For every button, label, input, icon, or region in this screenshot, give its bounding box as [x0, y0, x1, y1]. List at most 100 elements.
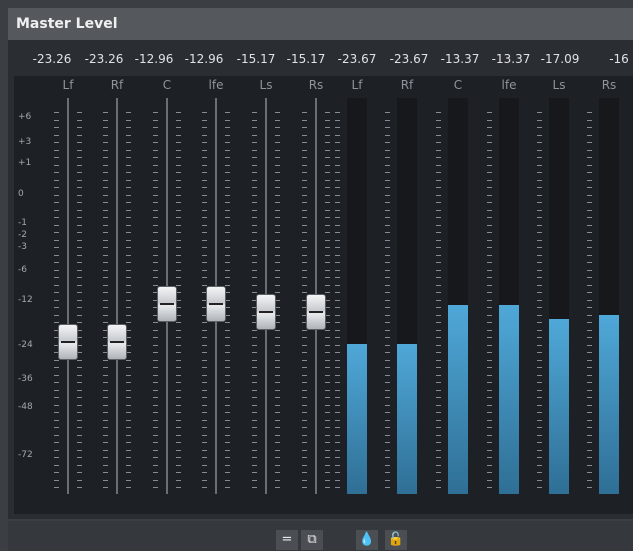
scale-tick: [77, 255, 82, 256]
scale-tick: [77, 277, 82, 278]
scale-tick: [103, 442, 108, 443]
scale-tick: [77, 285, 82, 286]
scale-tick: [176, 330, 181, 331]
scale-tick: [54, 457, 59, 458]
scale-tick: [275, 405, 280, 406]
level-meter-rs: [599, 98, 619, 494]
scale-tick: [275, 420, 280, 421]
fader-handle-c[interactable]: [157, 285, 177, 322]
scale-tick: [335, 315, 340, 316]
scale-tick: [153, 187, 158, 188]
fader-handle-rs[interactable]: [306, 293, 326, 330]
scale-tick: [153, 360, 158, 361]
db-scale-label: +1: [18, 158, 32, 168]
link-channels-icon[interactable]: =: [276, 530, 298, 550]
scale-tick: [335, 210, 340, 211]
scale-tick: [487, 457, 492, 458]
drop-icon[interactable]: 💧: [356, 530, 378, 550]
scale-tick: [537, 457, 542, 458]
scale-tick: [385, 420, 390, 421]
scale-tick: [225, 127, 230, 128]
scale-tick: [335, 150, 340, 151]
scale-tick: [587, 315, 592, 316]
scale-tick: [202, 360, 207, 361]
scale-tick: [103, 150, 108, 151]
scale-tick: [275, 127, 280, 128]
scale-tick: [176, 457, 181, 458]
scale-tick: [302, 397, 307, 398]
scale-tick: [325, 270, 330, 271]
scale-tick: [487, 390, 492, 391]
scale-tick: [202, 277, 207, 278]
fader-handle-lf[interactable]: [58, 324, 78, 361]
scale-tick: [77, 375, 82, 376]
scale-tick: [54, 180, 59, 181]
scale-tick: [77, 465, 82, 466]
level-readout: -23.26: [84, 52, 124, 66]
scale-tick: [275, 390, 280, 391]
scale-tick: [487, 180, 492, 181]
scale-tick: [436, 367, 441, 368]
scale-tick: [126, 195, 131, 196]
scale-tick: [325, 142, 330, 143]
fader-handle-ls[interactable]: [256, 293, 276, 330]
scale-tick: [252, 405, 257, 406]
scale-tick: [537, 142, 542, 143]
scale-tick: [77, 232, 82, 233]
scale-tick: [325, 472, 330, 473]
scale-tick: [225, 330, 230, 331]
scale-tick: [587, 195, 592, 196]
scale-tick: [587, 397, 592, 398]
scale-tick: [202, 135, 207, 136]
scale-tick: [225, 202, 230, 203]
window-icon[interactable]: ⧉: [301, 530, 323, 550]
scale-tick: [176, 322, 181, 323]
scale-tick: [275, 382, 280, 383]
scale-tick: [252, 382, 257, 383]
scale-tick: [202, 472, 207, 473]
db-scale-label: -6: [18, 265, 27, 275]
scale-tick: [537, 390, 542, 391]
scale-tick: [54, 255, 59, 256]
scale-tick: [252, 480, 257, 481]
scale-tick: [587, 180, 592, 181]
scale-tick: [385, 247, 390, 248]
scale-tick: [302, 420, 307, 421]
fader-handle-lfe[interactable]: [206, 285, 226, 322]
scale-tick: [153, 450, 158, 451]
scale-tick: [126, 427, 131, 428]
scale-tick: [202, 397, 207, 398]
fader-handle-rf[interactable]: [107, 324, 127, 361]
level-readouts: -23.26 -23.26 -12.96 -12.96 -15.17 -15.17 -23.…: [0, 52, 633, 72]
scale-tick: [275, 465, 280, 466]
scale-tick: [202, 382, 207, 383]
scale-tick: [587, 450, 592, 451]
level-readout: -15.17: [286, 52, 326, 66]
scale-tick: [275, 457, 280, 458]
scale-tick: [126, 285, 131, 286]
scale-tick: [103, 157, 108, 158]
scale-tick: [126, 412, 131, 413]
scale-tick: [487, 345, 492, 346]
lock-icon[interactable]: 🔓: [385, 530, 407, 550]
scale-tick: [385, 135, 390, 136]
scale-tick: [77, 457, 82, 458]
scale-tick: [153, 180, 158, 181]
scale-tick: [176, 127, 181, 128]
meter-fill: [549, 319, 569, 494]
scale-tick: [325, 150, 330, 151]
scale-tick: [126, 450, 131, 451]
scale-tick: [54, 307, 59, 308]
scale-tick: [54, 277, 59, 278]
scale-tick: [436, 165, 441, 166]
scale-tick: [252, 442, 257, 443]
scale-tick: [275, 412, 280, 413]
scale-tick: [335, 412, 340, 413]
scale-tick: [103, 367, 108, 368]
scale-tick: [252, 112, 257, 113]
scale-tick: [385, 427, 390, 428]
scale-tick: [202, 270, 207, 271]
scale-tick: [436, 330, 441, 331]
scale-tick: [335, 135, 340, 136]
scale-tick: [225, 187, 230, 188]
